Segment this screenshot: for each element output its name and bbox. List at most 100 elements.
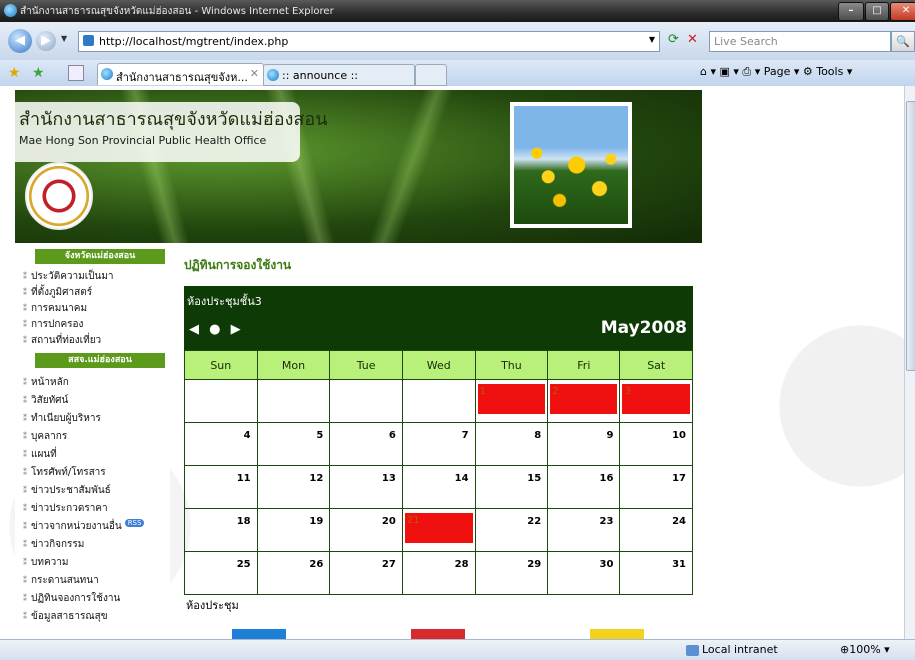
calendar-day-cell[interactable]: 25 bbox=[184, 551, 258, 595]
sidebar-item[interactable]: ⁑ โทรศัพท์/โทรสาร bbox=[23, 465, 106, 480]
sidebar-item[interactable]: ⁑ สถานที่ท่องเที่ยว bbox=[23, 333, 101, 348]
sidebar-item[interactable]: ⁑ ทำเนียบผู้บริหาร bbox=[23, 411, 101, 426]
calendar-week-row: 11 12 13 14 15 16 17 bbox=[184, 465, 693, 509]
security-zone: Local intranet bbox=[686, 643, 778, 656]
rss-icon[interactable]: RSS bbox=[124, 519, 145, 527]
address-dropdown-icon[interactable]: ▼ bbox=[649, 35, 655, 44]
booking-block[interactable] bbox=[622, 384, 690, 414]
calendar-day-cell[interactable]: 27 bbox=[329, 551, 403, 595]
calendar-week-row: 25 26 27 28 29 30 31 bbox=[184, 551, 693, 595]
day-number: 17 bbox=[672, 473, 686, 484]
url-text[interactable]: http://localhost/mgtrent/index.php bbox=[99, 35, 288, 48]
calendar-day-cell[interactable]: 12 bbox=[256, 465, 331, 509]
quick-tabs-icon[interactable] bbox=[68, 65, 84, 81]
tab-close-icon[interactable]: ✕ bbox=[250, 67, 259, 80]
calendar-day-cell[interactable]: 29 bbox=[474, 551, 549, 595]
day-number: 20 bbox=[381, 516, 396, 527]
day-number: 3 bbox=[624, 386, 631, 397]
calendar-day-cell[interactable]: 21 bbox=[401, 508, 476, 552]
calendar-day-cell[interactable]: 18 bbox=[184, 508, 258, 552]
sidebar-item[interactable]: ⁑ วิสัยทัศน์ bbox=[23, 393, 68, 408]
zoom-level[interactable]: ⊕100% ▾ bbox=[840, 643, 890, 656]
back-button[interactable]: ◀ bbox=[8, 29, 32, 53]
calendar-day-cell[interactable]: 10 bbox=[619, 422, 693, 466]
sidebar-item[interactable]: ⁑ ที่ตั้งภูมิศาสตร์ bbox=[23, 285, 92, 300]
search-button[interactable]: 🔍 bbox=[891, 31, 915, 52]
weekday-header: Sat bbox=[619, 350, 693, 380]
maximize-button[interactable]: □ bbox=[865, 2, 889, 21]
sidebar-item[interactable]: ⁑ การคมนาคม bbox=[23, 301, 87, 316]
forward-button[interactable]: ▶ bbox=[36, 31, 56, 51]
calendar-day-cell[interactable]: 24 bbox=[619, 508, 693, 552]
calendar-day-cell[interactable]: 19 bbox=[256, 508, 331, 552]
minimize-button[interactable]: – bbox=[838, 2, 864, 21]
calendar-day-cell[interactable]: 11 bbox=[184, 465, 258, 509]
tab-announce[interactable]: :: announce :: bbox=[263, 64, 415, 86]
room-icon-red[interactable] bbox=[411, 629, 465, 639]
calendar-day-cell[interactable]: 13 bbox=[329, 465, 403, 509]
calendar-day-cell[interactable]: 6 bbox=[329, 422, 403, 466]
scroll-thumb[interactable] bbox=[906, 101, 915, 371]
calendar-day-cell[interactable]: 22 bbox=[474, 508, 549, 552]
page-heading: ปฏิทินการจองใช้งาน bbox=[184, 258, 292, 272]
calendar-week-row: 18 19 20 21 22 23 24 bbox=[184, 508, 693, 552]
calendar-day-cell[interactable]: 30 bbox=[547, 551, 621, 595]
sidebar-item[interactable]: ⁑ บุคลากร bbox=[23, 429, 67, 444]
sidebar-item[interactable]: ⁑ บทความ bbox=[23, 555, 68, 570]
tab-label: สำนักงานสาธารณสุขจังห... bbox=[116, 71, 248, 84]
favorites-star-icon[interactable]: ★ bbox=[8, 65, 21, 81]
calendar-day-cell[interactable]: 5 bbox=[256, 422, 331, 466]
address-field[interactable]: http://localhost/mgtrent/index.php ▼ bbox=[78, 31, 660, 52]
sidebar-item[interactable]: ⁑ แผนที่ bbox=[23, 447, 57, 462]
calendar-day-cell[interactable]: 20 bbox=[329, 508, 403, 552]
day-number: 15 bbox=[527, 473, 542, 484]
sidebar-item[interactable]: ⁑ ข่าวประกวดราคา bbox=[23, 501, 108, 516]
sidebar: จังหวัดแม่ฮ่องสอน ⁑ ประวัติความเป็นมา ⁑ ที… bbox=[15, 243, 170, 639]
calendar-day-cell[interactable]: 9 bbox=[547, 422, 621, 466]
tab-active[interactable]: สำนักงานสาธารณสุขจังห... ✕ bbox=[97, 63, 264, 85]
calendar-day-cell[interactable]: 31 bbox=[619, 551, 693, 595]
sidebar-item[interactable]: ⁑ ปฏิทินจองการใช้งาน bbox=[23, 591, 120, 606]
sidebar-section-province: จังหวัดแม่ฮ่องสอน bbox=[35, 249, 165, 264]
weekday-header: Mon bbox=[256, 350, 331, 380]
stop-button[interactable]: ✕ bbox=[687, 32, 703, 48]
calendar-day-cell[interactable]: 16 bbox=[547, 465, 621, 509]
calendar-day-cell[interactable]: 1 bbox=[474, 379, 549, 423]
booking-block[interactable] bbox=[550, 384, 618, 414]
month-nav-buttons[interactable]: ◀ ● ▶ bbox=[189, 322, 244, 337]
booking-block[interactable] bbox=[477, 384, 546, 414]
sidebar-item[interactable]: ⁑ ข่าวจากหน่วยงานอื่น RSS bbox=[23, 519, 145, 534]
sunflower-photo bbox=[510, 102, 632, 228]
calendar-day-cell[interactable]: 14 bbox=[401, 465, 476, 509]
calendar-day-cell[interactable]: 2 bbox=[547, 379, 621, 423]
calendar-day-cell[interactable]: 3 bbox=[619, 379, 693, 423]
close-window-button[interactable]: ✕ bbox=[890, 2, 915, 21]
calendar-day-cell[interactable]: 8 bbox=[474, 422, 549, 466]
sidebar-item[interactable]: ⁑ ข้อมูลสาธารณสุข bbox=[23, 609, 108, 624]
vertical-scrollbar[interactable] bbox=[904, 86, 915, 639]
history-dropdown-icon[interactable]: ▼ bbox=[61, 34, 67, 43]
sidebar-item[interactable]: ⁑ กระดานสนทนา bbox=[23, 573, 99, 588]
search-input[interactable]: Live Search bbox=[709, 31, 891, 52]
sidebar-item[interactable]: ⁑ หน้าหลัก bbox=[23, 375, 69, 390]
room-icon-yellow[interactable] bbox=[590, 629, 644, 639]
day-number: 6 bbox=[388, 430, 396, 441]
new-tab-button[interactable] bbox=[415, 64, 447, 86]
sidebar-item[interactable]: ⁑ การปกครอง bbox=[23, 317, 83, 332]
calendar-day-cell[interactable]: 7 bbox=[401, 422, 476, 466]
calendar-day-cell[interactable]: 28 bbox=[401, 551, 476, 595]
sidebar-item[interactable]: ⁑ ประวัติความเป็นมา bbox=[23, 269, 114, 284]
status-bar: Local intranet ⊕100% ▾ bbox=[0, 639, 915, 660]
command-bar[interactable]: ⌂ ▾ ▣ ▾ ⎙ ▾ Page ▾ ⚙ Tools ▾ bbox=[700, 65, 852, 79]
ie-icon bbox=[4, 4, 17, 17]
calendar-day-cell[interactable]: 17 bbox=[619, 465, 693, 509]
calendar-day-cell[interactable]: 26 bbox=[256, 551, 331, 595]
calendar-day-cell[interactable]: 23 bbox=[547, 508, 621, 552]
sidebar-item[interactable]: ⁑ ข่าวประชาสัมพันธ์ bbox=[23, 483, 111, 498]
room-icon-blue[interactable] bbox=[232, 629, 286, 639]
sidebar-item[interactable]: ⁑ ข่าวกิจกรรม bbox=[23, 537, 84, 552]
calendar-day-cell[interactable]: 15 bbox=[474, 465, 549, 509]
calendar-day-cell[interactable]: 4 bbox=[184, 422, 258, 466]
add-favorite-icon[interactable]: ★ bbox=[32, 65, 45, 81]
refresh-button[interactable]: ⟳ bbox=[668, 32, 684, 48]
